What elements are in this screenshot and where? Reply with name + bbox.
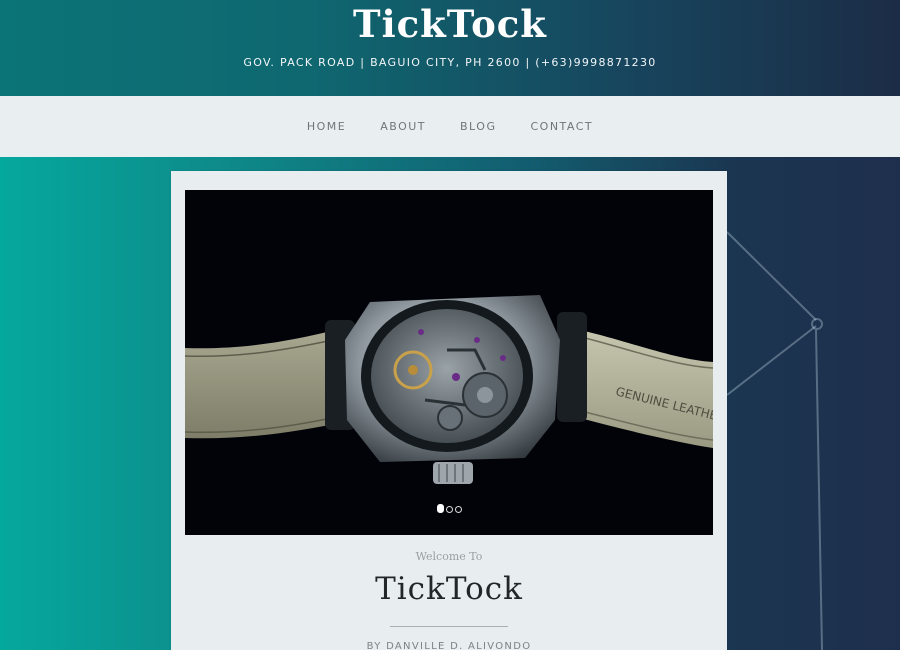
slider-pagination — [185, 504, 713, 513]
nav-item-blog[interactable]: BLOG — [460, 120, 496, 133]
decor-hub — [811, 318, 823, 330]
watch-photo: GENUINE LEATHER — [185, 190, 713, 535]
welcome-label: Welcome To — [415, 550, 483, 563]
nav-item-contact[interactable]: CONTACT — [530, 120, 593, 133]
main-nav: HOME ABOUT BLOG CONTACT — [0, 96, 900, 157]
decor-line — [815, 329, 823, 650]
decor-line — [726, 325, 817, 396]
slider-dot[interactable] — [445, 506, 453, 513]
site-contact-info: GOV. PACK ROAD | BAGUIO CITY, PH 2600 | … — [243, 56, 657, 69]
nav-item-home[interactable]: HOME — [307, 120, 346, 133]
site-title[interactable]: TickTock — [0, 0, 900, 46]
slider-dot[interactable] — [454, 506, 462, 513]
site-header: TickTock GOV. PACK ROAD | BAGUIO CITY, P… — [0, 0, 900, 96]
author-byline: BY DANVILLE D. ALIVONDO — [366, 641, 532, 650]
slider-dot[interactable] — [436, 504, 444, 513]
image-slider[interactable]: GENUINE LEATHER — [185, 190, 713, 535]
decor-line — [726, 231, 817, 321]
welcome-title: TickTock — [375, 571, 523, 607]
title-divider — [390, 626, 508, 627]
nav-item-about[interactable]: ABOUT — [380, 120, 426, 133]
content-card: GENUINE LEATHER Welcome To TickTock BY D… — [171, 171, 727, 650]
